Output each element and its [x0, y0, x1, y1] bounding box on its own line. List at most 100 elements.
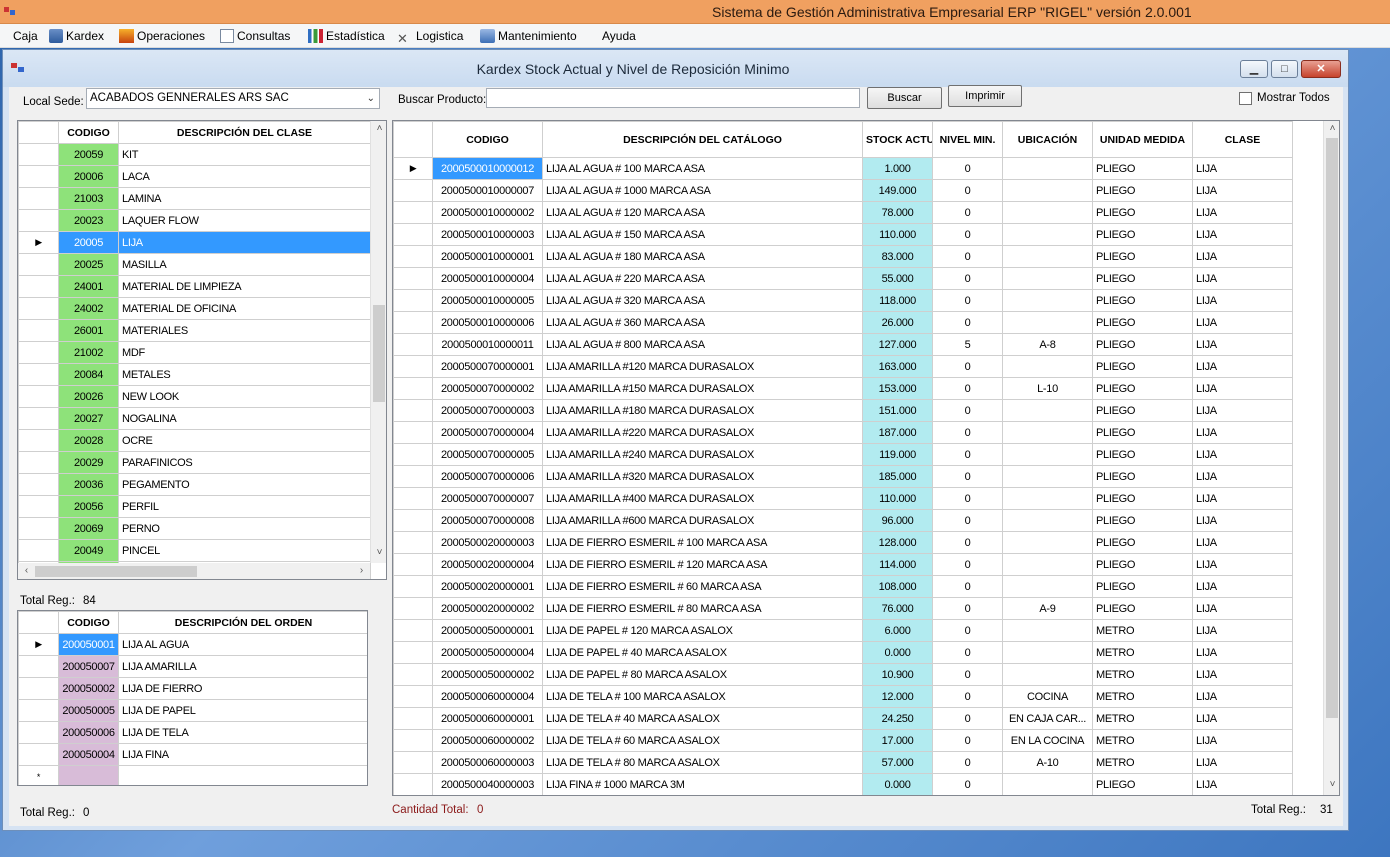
row-header[interactable]: [393, 663, 433, 686]
table-row[interactable]: 21002 MDF: [18, 341, 371, 364]
ubicacion-cell[interactable]: COCINA: [1002, 685, 1093, 708]
codigo-cell[interactable]: 2000500010000012: [432, 157, 543, 180]
stock-actual-cell[interactable]: 151.000: [862, 399, 933, 422]
table-row[interactable]: 20026 NEW LOOK: [18, 385, 371, 408]
unidad-medida-cell[interactable]: PLIEGO: [1092, 267, 1193, 290]
stock-actual-cell[interactable]: 110.000: [862, 223, 933, 246]
nivel-min-cell[interactable]: 0: [932, 531, 1003, 554]
row-header[interactable]: [18, 275, 59, 298]
ubicacion-cell[interactable]: [1002, 289, 1093, 312]
nivel-min-cell[interactable]: 0: [932, 399, 1003, 422]
nivel-min-cell[interactable]: 0: [932, 597, 1003, 620]
menu-ayuda[interactable]: Ayuda: [602, 27, 636, 45]
row-header[interactable]: [18, 699, 59, 722]
clase-cell[interactable]: LIJA: [1192, 465, 1293, 488]
menu-estadistica[interactable]: Estadística: [308, 27, 385, 45]
row-header[interactable]: [393, 729, 433, 752]
codigo-cell[interactable]: 21003: [58, 187, 119, 210]
codigo-cell[interactable]: 20006: [58, 165, 119, 188]
table-row[interactable]: 26001 MATERIALES: [18, 319, 371, 342]
table-row[interactable]: ▶ 200050001 LIJA AL AGUA: [18, 633, 367, 656]
descripcion-cell[interactable]: LIJA AL AGUA # 1000 MARCA ASA: [542, 179, 863, 202]
table-row[interactable]: 2000500020000004 LIJA DE FIERRO ESMERIL #…: [393, 553, 1293, 576]
row-header[interactable]: [18, 297, 59, 320]
codigo-cell[interactable]: 26001: [58, 319, 119, 342]
table-row[interactable]: 2000500010000006 LIJA AL AGUA # 360 MARCA…: [393, 311, 1293, 334]
clase-cell[interactable]: LIJA: [1192, 685, 1293, 708]
codigo-cell[interactable]: 20036: [58, 473, 119, 496]
ubicacion-cell[interactable]: [1002, 311, 1093, 334]
row-header[interactable]: [18, 495, 59, 518]
descripcion-cell[interactable]: MATERIAL DE OFICINA: [118, 297, 371, 320]
ubicacion-cell[interactable]: [1002, 157, 1093, 180]
unidad-medida-cell[interactable]: PLIEGO: [1092, 223, 1193, 246]
descripcion-cell[interactable]: LIJA DE PAPEL # 80 MARCA ASALOX: [542, 663, 863, 686]
unidad-medida-cell[interactable]: PLIEGO: [1092, 509, 1193, 532]
descripcion-cell[interactable]: LIJA AMARILLA #400 MARCA DURASALOX: [542, 487, 863, 510]
codigo-cell[interactable]: 2000500010000003: [432, 223, 543, 246]
descripcion-cell[interactable]: PERNO: [118, 517, 371, 540]
close-button[interactable]: ✕: [1301, 60, 1341, 78]
descripcion-cell[interactable]: KIT: [118, 143, 371, 166]
clase-cell[interactable]: LIJA: [1192, 377, 1293, 400]
codigo-cell[interactable]: 2000500020000004: [432, 553, 543, 576]
clase-cell[interactable]: LIJA: [1192, 751, 1293, 774]
descripcion-cell[interactable]: LIJA FINA # 1000 MARCA 3M: [542, 773, 863, 795]
nivel-min-cell[interactable]: 0: [932, 179, 1003, 202]
row-header[interactable]: ▶: [393, 157, 433, 180]
table-row[interactable]: 2000500020000002 LIJA DE FIERRO ESMERIL #…: [393, 597, 1293, 620]
clase-cell[interactable]: LIJA: [1192, 157, 1293, 180]
descripcion-cell[interactable]: MATERIAL DE LIMPIEZA: [118, 275, 371, 298]
scroll-thumb[interactable]: [35, 566, 197, 577]
row-header[interactable]: [18, 677, 59, 700]
codigo-cell[interactable]: 2000500070000003: [432, 399, 543, 422]
descripcion-cell[interactable]: LIJA AL AGUA # 100 MARCA ASA: [542, 157, 863, 180]
table-row[interactable]: 2000500070000003 LIJA AMARILLA #180 MARCA…: [393, 399, 1293, 422]
row-header[interactable]: ▶: [18, 633, 59, 656]
table-row[interactable]: 200050002 LIJA DE FIERRO: [18, 677, 367, 700]
descripcion-cell[interactable]: PARAFINICOS: [118, 451, 371, 474]
table-row[interactable]: 2000500020000003 LIJA DE FIERRO ESMERIL #…: [393, 531, 1293, 554]
nivel-min-cell[interactable]: 0: [932, 443, 1003, 466]
table-row[interactable]: 24002 MATERIAL DE OFICINA: [18, 297, 371, 320]
stock-actual-cell[interactable]: 76.000: [862, 597, 933, 620]
clase-cell[interactable]: LIJA: [1192, 289, 1293, 312]
stock-actual-cell[interactable]: 149.000: [862, 179, 933, 202]
new-row[interactable]: *: [18, 765, 367, 785]
row-header[interactable]: [393, 333, 433, 356]
scroll-down-icon[interactable]: ˅: [371, 547, 386, 558]
table-row[interactable]: ▶ 20005 LIJA: [18, 231, 371, 254]
table-row[interactable]: 2000500070000004 LIJA AMARILLA #220 MARCA…: [393, 421, 1293, 444]
descripcion-cell[interactable]: LIJA DE TELA # 40 MARCA ASALOX: [542, 707, 863, 730]
row-header[interactable]: [18, 451, 59, 474]
unidad-medida-cell[interactable]: PLIEGO: [1092, 575, 1193, 598]
stock-actual-cell[interactable]: 12.000: [862, 685, 933, 708]
column-header[interactable]: CODIGO: [432, 121, 543, 158]
ubicacion-cell[interactable]: [1002, 531, 1093, 554]
row-header[interactable]: [393, 707, 433, 730]
productos-vertical-scrollbar[interactable]: ˄ ˅: [1323, 121, 1339, 795]
maximize-button[interactable]: □: [1271, 60, 1298, 78]
unidad-medida-cell[interactable]: PLIEGO: [1092, 179, 1193, 202]
column-header[interactable]: DESCRIPCIÓN DEL CATÁLOGO: [542, 121, 863, 158]
descripcion-cell[interactable]: LIJA AL AGUA # 180 MARCA ASA: [542, 245, 863, 268]
table-row[interactable]: 2000500010000005 LIJA AL AGUA # 320 MARCA…: [393, 289, 1293, 312]
codigo-cell[interactable]: 20027: [58, 407, 119, 430]
row-header[interactable]: [393, 465, 433, 488]
table-row[interactable]: 20025 MASILLA: [18, 253, 371, 276]
table-row[interactable]: 2000500010000002 LIJA AL AGUA # 120 MARCA…: [393, 201, 1293, 224]
codigo-cell[interactable]: 24002: [58, 297, 119, 320]
nivel-min-cell[interactable]: 0: [932, 245, 1003, 268]
nivel-min-cell[interactable]: 0: [932, 685, 1003, 708]
stock-actual-cell[interactable]: 57.000: [862, 751, 933, 774]
codigo-cell[interactable]: 2000500070000007: [432, 487, 543, 510]
table-row[interactable]: 2000500010000004 LIJA AL AGUA # 220 MARCA…: [393, 267, 1293, 290]
new-row-marker[interactable]: *: [18, 765, 59, 785]
codigo-cell[interactable]: 20049: [58, 539, 119, 562]
ubicacion-cell[interactable]: [1002, 509, 1093, 532]
clase-cell[interactable]: LIJA: [1192, 707, 1293, 730]
imprimir-button[interactable]: Imprimir: [948, 85, 1022, 107]
stock-actual-cell[interactable]: 96.000: [862, 509, 933, 532]
column-header[interactable]: CODIGO: [58, 611, 119, 634]
codigo-cell[interactable]: 2000500040000003: [432, 773, 543, 795]
